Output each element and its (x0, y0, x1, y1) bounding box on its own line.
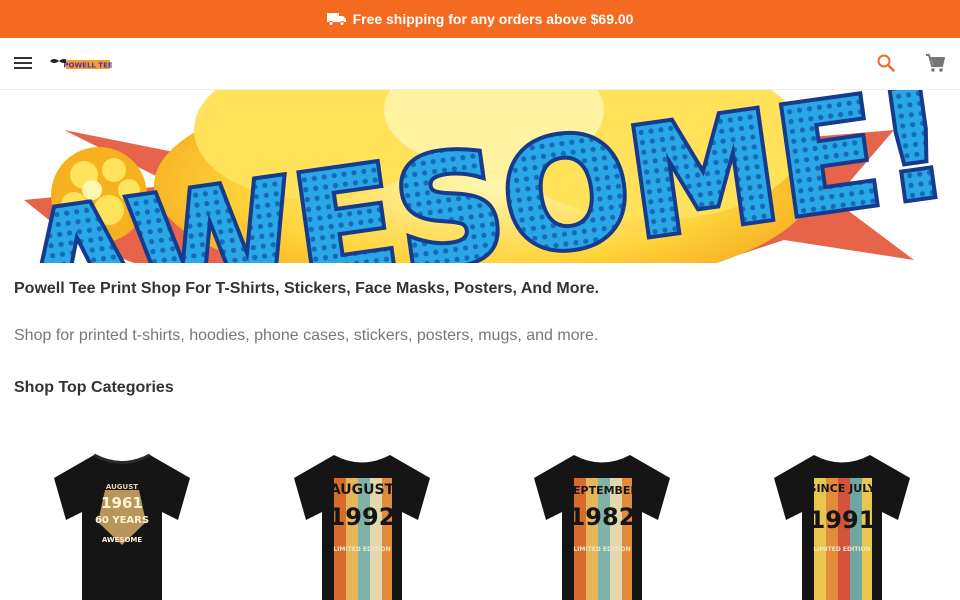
hero-banner[interactable]: AWESOME! (14, 90, 944, 263)
product-text-line4: AWESOME (102, 536, 143, 544)
page-description: Shop for printed t-shirts, hoodies, phon… (14, 327, 599, 344)
page-headline: Powell Tee Print Shop For T-Shirts, Stic… (14, 280, 600, 297)
product-text-line3: LIMITED EDITION (813, 546, 870, 553)
search-icon[interactable] (876, 53, 896, 73)
section-title: Shop Top Categories (14, 379, 174, 396)
product-text-line1: AUGUST (330, 482, 395, 498)
product-text-line2: 1982 (569, 503, 636, 531)
site-header: POWELL TEE (0, 38, 960, 90)
product-text-line2: 1992 (329, 503, 396, 531)
product-card[interactable]: SEPTEMBER 1982 LIMITED EDITION (530, 450, 674, 600)
promo-text: Free shipping for any orders above $69.0… (352, 11, 634, 27)
tshirt-image: AUGUST 1961 60 YEARS AWESOME (54, 453, 190, 600)
promo-bar: Free shipping for any orders above $69.0… (0, 0, 960, 38)
product-text-line2: 1991 (809, 506, 876, 534)
tshirt-image: AUGUST 1992 LIMITED EDITION (294, 455, 430, 600)
logo[interactable]: POWELL TEE (48, 56, 112, 72)
logo-text: POWELL TEE (63, 62, 112, 70)
tshirt-image: SINCE JULY 1991 LIMITED EDITION (774, 455, 910, 600)
product-card[interactable]: AUGUST 1961 60 YEARS AWESOME (50, 450, 194, 600)
product-text-line1: SINCE JULY (809, 482, 877, 495)
product-text-line1: AUGUST (106, 483, 138, 491)
cart-icon[interactable] (924, 52, 946, 74)
tshirt-image: SEPTEMBER 1982 LIMITED EDITION (534, 455, 670, 600)
menu-icon[interactable] (14, 54, 36, 74)
truck-icon (326, 13, 346, 26)
product-text-line1: SEPTEMBER (565, 484, 639, 497)
product-card[interactable]: AUGUST 1992 LIMITED EDITION (290, 450, 434, 600)
product-text-line2: 1961 (101, 494, 143, 512)
product-text-line3: LIMITED EDITION (333, 546, 390, 553)
product-text-line3: LIMITED EDITION (573, 546, 630, 553)
product-card[interactable]: SINCE JULY 1991 LIMITED EDITION (770, 450, 914, 600)
product-text-line3: 60 YEARS (95, 515, 149, 526)
